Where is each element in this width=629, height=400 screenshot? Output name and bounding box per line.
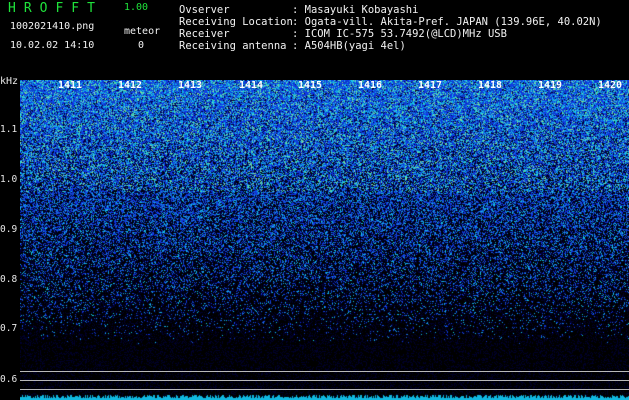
file-name: 1002021410.png bbox=[10, 21, 95, 32]
reference-line-lower bbox=[20, 389, 629, 390]
info-location-key: Receiving Location bbox=[179, 16, 293, 28]
x-tick-label: 1414 bbox=[239, 80, 264, 91]
app-title: HROFFT bbox=[8, 1, 103, 16]
y-tick-label: 0.8 bbox=[0, 274, 18, 285]
x-tick-label: 1419 bbox=[538, 80, 563, 91]
info-location-value: : Ogata-vill. Akita-Pref. JAPAN (139.96E… bbox=[292, 16, 602, 28]
y-tick-label: 0.9 bbox=[0, 224, 18, 235]
info-observer-key: Ovserver bbox=[179, 4, 230, 16]
x-tick-label: 1416 bbox=[358, 80, 383, 91]
x-tick-label: 1411 bbox=[58, 80, 83, 91]
x-tick-label: 1417 bbox=[418, 80, 443, 91]
meteor-count: 0 bbox=[138, 40, 145, 51]
info-antenna-key: Receiving antenna bbox=[179, 40, 287, 52]
x-tick-label: 1413 bbox=[178, 80, 203, 91]
reference-line-middle bbox=[20, 380, 629, 381]
x-tick-label: 1420 bbox=[598, 80, 623, 91]
header-panel: HROFFT 1.00 1002021410.png 10.02.02 14:1… bbox=[0, 0, 629, 80]
meteor-label: meteor bbox=[124, 26, 161, 37]
y-tick-label: 1.0 bbox=[0, 174, 18, 185]
info-receiver-value: : ICOM IC-575 53.7492(@LCD)MHz USB bbox=[292, 28, 507, 40]
x-tick-label: 1418 bbox=[478, 80, 503, 91]
y-tick-label: 0.6 bbox=[0, 374, 18, 385]
info-observer-value: : Masayuki Kobayashi bbox=[292, 4, 419, 16]
x-tick-label: 1412 bbox=[118, 80, 143, 91]
spectrogram-canvas bbox=[20, 80, 629, 400]
x-tick-label: 1415 bbox=[298, 80, 323, 91]
app-version: 1.00 bbox=[124, 2, 149, 13]
y-tick-label: 0.7 bbox=[0, 323, 18, 334]
spectrogram-plot bbox=[20, 80, 629, 400]
info-antenna-value: : A504HB(yagi 4el) bbox=[292, 40, 406, 52]
reference-line-upper bbox=[20, 371, 629, 372]
y-axis-unit: kHz bbox=[0, 76, 19, 87]
y-tick-label: 1.1 bbox=[0, 124, 18, 135]
date-time: 10.02.02 14:10 bbox=[10, 40, 95, 51]
info-receiver-key: Receiver bbox=[179, 28, 230, 40]
